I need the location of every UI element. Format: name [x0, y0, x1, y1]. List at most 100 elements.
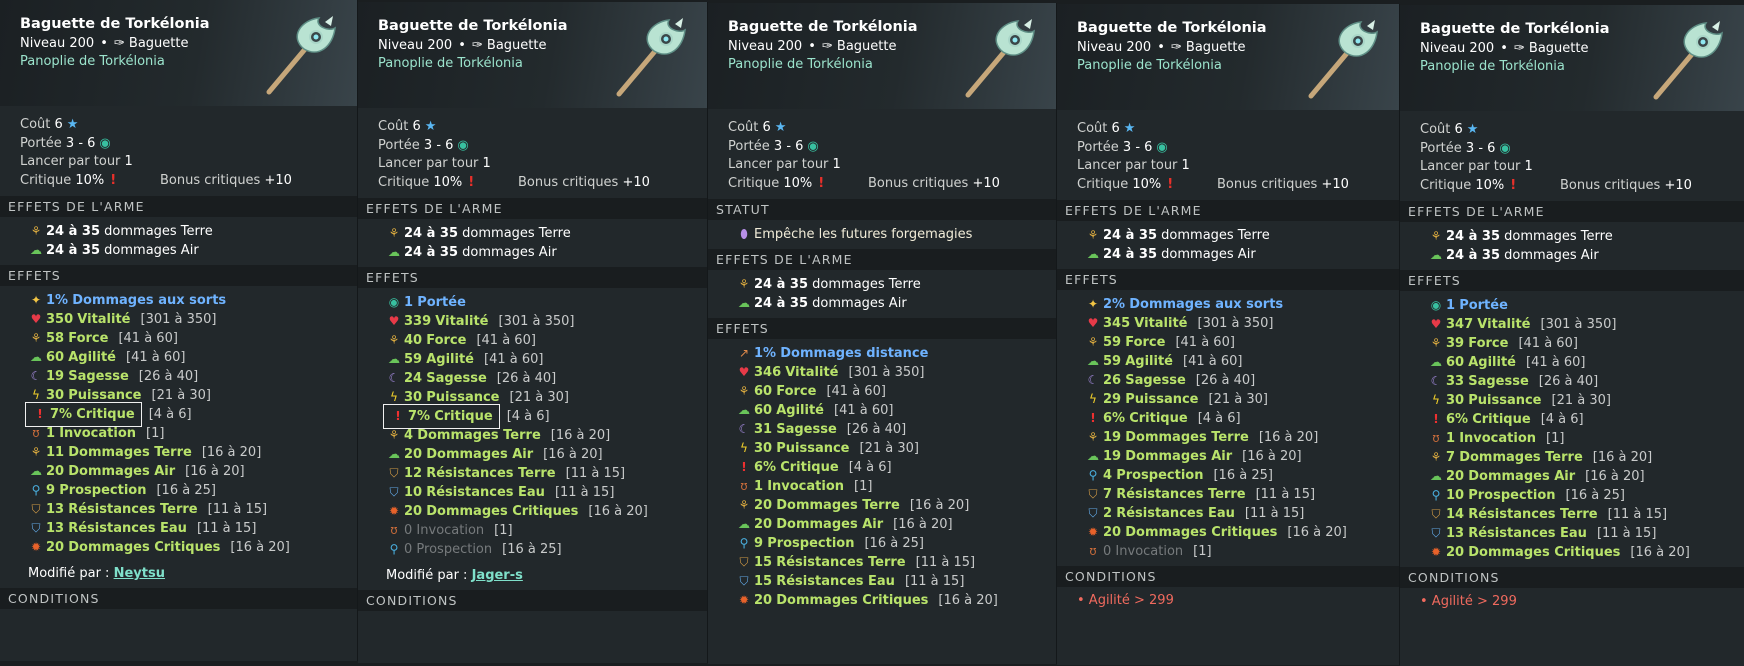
portee-icon: ◉	[388, 295, 400, 309]
force-icon: ⚘	[738, 384, 750, 398]
effect-range: [301 à 350]	[140, 312, 217, 327]
portee-icon: ◉	[1430, 298, 1442, 312]
resistance-eau-icon: ⛉	[389, 485, 399, 499]
effect-row: ⛉ 13 Résistances Eau [11 à 15]	[28, 519, 357, 538]
effect-label: Résistances Eau	[426, 485, 545, 500]
effect-value: 0	[1103, 544, 1112, 559]
effect-row: ⛉ 10 Résistances Eau [11 à 15]	[386, 483, 707, 502]
effect-row: ϟ 30 Puissance [21 à 30]	[736, 439, 1056, 458]
effect-row: ☁ 60 Agilité [41 à 60]	[736, 401, 1056, 420]
range-value: 3 - 6	[423, 137, 454, 153]
effect-row: ⚘ 7 Dommages Terre [16 à 20]	[1428, 448, 1744, 467]
effect-range: [11 à 15]	[565, 466, 626, 481]
force-icon: ⚘	[1430, 336, 1442, 350]
effect-row: ⛉ 2 Résistances Eau [11 à 15]	[1085, 504, 1399, 523]
effect-label: Vitalité	[77, 312, 131, 327]
dommages-sorts-icon: ✦	[30, 293, 42, 307]
effect-range: [1]	[146, 426, 165, 441]
effect-main: ⛉ 7 Résistances Terre	[1085, 487, 1245, 502]
section-header-effects: EFFETS	[708, 318, 1056, 339]
effect-label: Critique	[780, 460, 839, 475]
effect-value: 20	[754, 498, 773, 513]
range-label: Portée	[378, 137, 420, 153]
weapon-effect-terre: ⚘ 24 à 35 dommages Terre	[28, 222, 357, 241]
effect-main: ☾ 19 Sagesse	[28, 369, 129, 384]
effect-main: ⚘ 4 Dommages Terre	[386, 428, 541, 443]
modified-by-user-link[interactable]: Jager-s	[472, 568, 523, 583]
weapon-effect-air: ☁ 24 à 35 dommages Air	[1428, 246, 1744, 265]
critique-icon: !	[110, 172, 117, 188]
weapon-effect-terre: ⚘ 24 à 35 dommages Terre	[736, 275, 1056, 294]
effect-label: Agilité	[426, 352, 475, 367]
range-label: Portée	[20, 135, 62, 151]
effect-range: [16 à 20]	[938, 593, 998, 608]
dommages-air-icon: ☁	[1087, 449, 1099, 463]
effect-value: 20	[404, 447, 423, 462]
effect-range: [41 à 60]	[476, 333, 536, 348]
effect-range: [1]	[494, 523, 513, 538]
effect-main: ♥ 350 Vitalité	[28, 312, 131, 327]
section-header-weapon-effects: EFFETS DE L'ARME	[1400, 201, 1744, 222]
effect-main: ⚘ 60 Force	[736, 384, 817, 399]
effect-value: 7	[1103, 487, 1113, 502]
eye-icon: ◉	[1156, 139, 1168, 155]
crit-label: Critique	[378, 174, 430, 190]
casts-value: 1	[832, 157, 841, 172]
effects-list: ◉ 1 Portée ♥ 339 Vitalité [301 à 350] ⚘ 40 For…	[358, 288, 707, 564]
effect-value: 14	[1446, 507, 1465, 522]
effect-range: [16 à 20]	[543, 447, 603, 462]
effect-range: [11 à 15]	[915, 555, 976, 570]
weapon-effect-label: dommages Terre	[1504, 229, 1613, 244]
effect-range: [21 à 30]	[151, 388, 211, 403]
vitalite-icon: ♥	[388, 314, 400, 328]
cost-label: Coût	[20, 117, 51, 132]
item-header: Baguette de Torkélonia Niveau 200 • ✑ Bagu…	[708, 3, 1056, 109]
effect-row: ☁ 20 Dommages Air [16 à 20]	[28, 462, 357, 481]
effect-main: ⛉ 13 Résistances Eau	[1428, 526, 1587, 541]
effect-main: ϟ 30 Puissance	[736, 441, 849, 456]
crit-bonus-value: +10	[264, 172, 292, 188]
effect-value: 30	[754, 441, 773, 456]
dommages-sorts-icon: ✦	[1087, 297, 1099, 311]
effect-main: ⚘ 39 Force	[1428, 336, 1509, 351]
effect-row: ✦ 1% Dommages aux sorts	[28, 291, 357, 310]
effects-list: ◉ 1 Portée ♥ 347 Vitalité [301 à 350] ⚘ 39 For…	[1400, 291, 1744, 567]
weapon-effects-list: ⚘ 24 à 35 dommages Terre ☁ 24 à 35 dommage…	[358, 219, 707, 267]
casts-value: 1	[1181, 158, 1190, 173]
effect-value: 24	[404, 371, 423, 386]
crit-bonus-label: Bonus critiques	[518, 174, 619, 190]
effect-value: 0	[404, 542, 413, 557]
effect-row: ♥ 345 Vitalité [301 à 350]	[1085, 314, 1399, 333]
critique-icon: !	[468, 174, 475, 190]
air-icon: ☁	[30, 243, 42, 257]
effect-value: 1	[1446, 298, 1456, 313]
effect-row: ☾ 26 Sagesse [26 à 40]	[1085, 371, 1399, 390]
modified-by-user-link[interactable]: Neytsu	[114, 566, 165, 581]
section-header-weapon-effects: EFFETS DE L'ARME	[0, 196, 357, 217]
prospection-icon: ⚲	[739, 536, 749, 550]
crit-label: Critique	[1077, 176, 1129, 192]
effect-range: [41 à 60]	[834, 403, 894, 418]
puissance-icon: ϟ	[740, 441, 748, 455]
star-icon: ★	[1123, 121, 1136, 136]
section-header-effects: EFFETS	[0, 265, 357, 286]
air-icon: ☁	[388, 245, 400, 259]
resistance-terre-icon: ⛉	[739, 555, 749, 569]
effect-row: ☁ 59 Agilité [41 à 60]	[1085, 352, 1399, 371]
effect-value: 0	[404, 523, 413, 538]
effect-main: ! 6% Critique	[1428, 412, 1530, 427]
effect-label: Résistances Eau	[1468, 526, 1587, 541]
dommages-terre-icon: ⚘	[1087, 430, 1099, 444]
crit-bonus-label: Bonus critiques	[1560, 177, 1661, 193]
effect-range: [16 à 20]	[201, 445, 262, 460]
effect-main: ϟ 30 Puissance	[1428, 393, 1541, 408]
critique-icon: !	[1510, 177, 1517, 193]
weapon-effect-air: ☁ 24 à 35 dommages Air	[386, 243, 707, 262]
item-tooltip-panel-3: Baguette de Torkélonia Niveau 200 • ✑ Bagu…	[708, 3, 1057, 664]
effect-main: ☁ 60 Agilité	[736, 403, 824, 418]
effect-range: [11 à 15]	[196, 521, 257, 536]
weapon-effect-label: dommages Air	[104, 243, 199, 258]
dommages-terre-icon: ⚘	[1430, 450, 1442, 464]
effect-value: 7	[1446, 450, 1456, 465]
effect-row: ⛉ 7 Résistances Terre [11 à 15]	[1085, 485, 1399, 504]
